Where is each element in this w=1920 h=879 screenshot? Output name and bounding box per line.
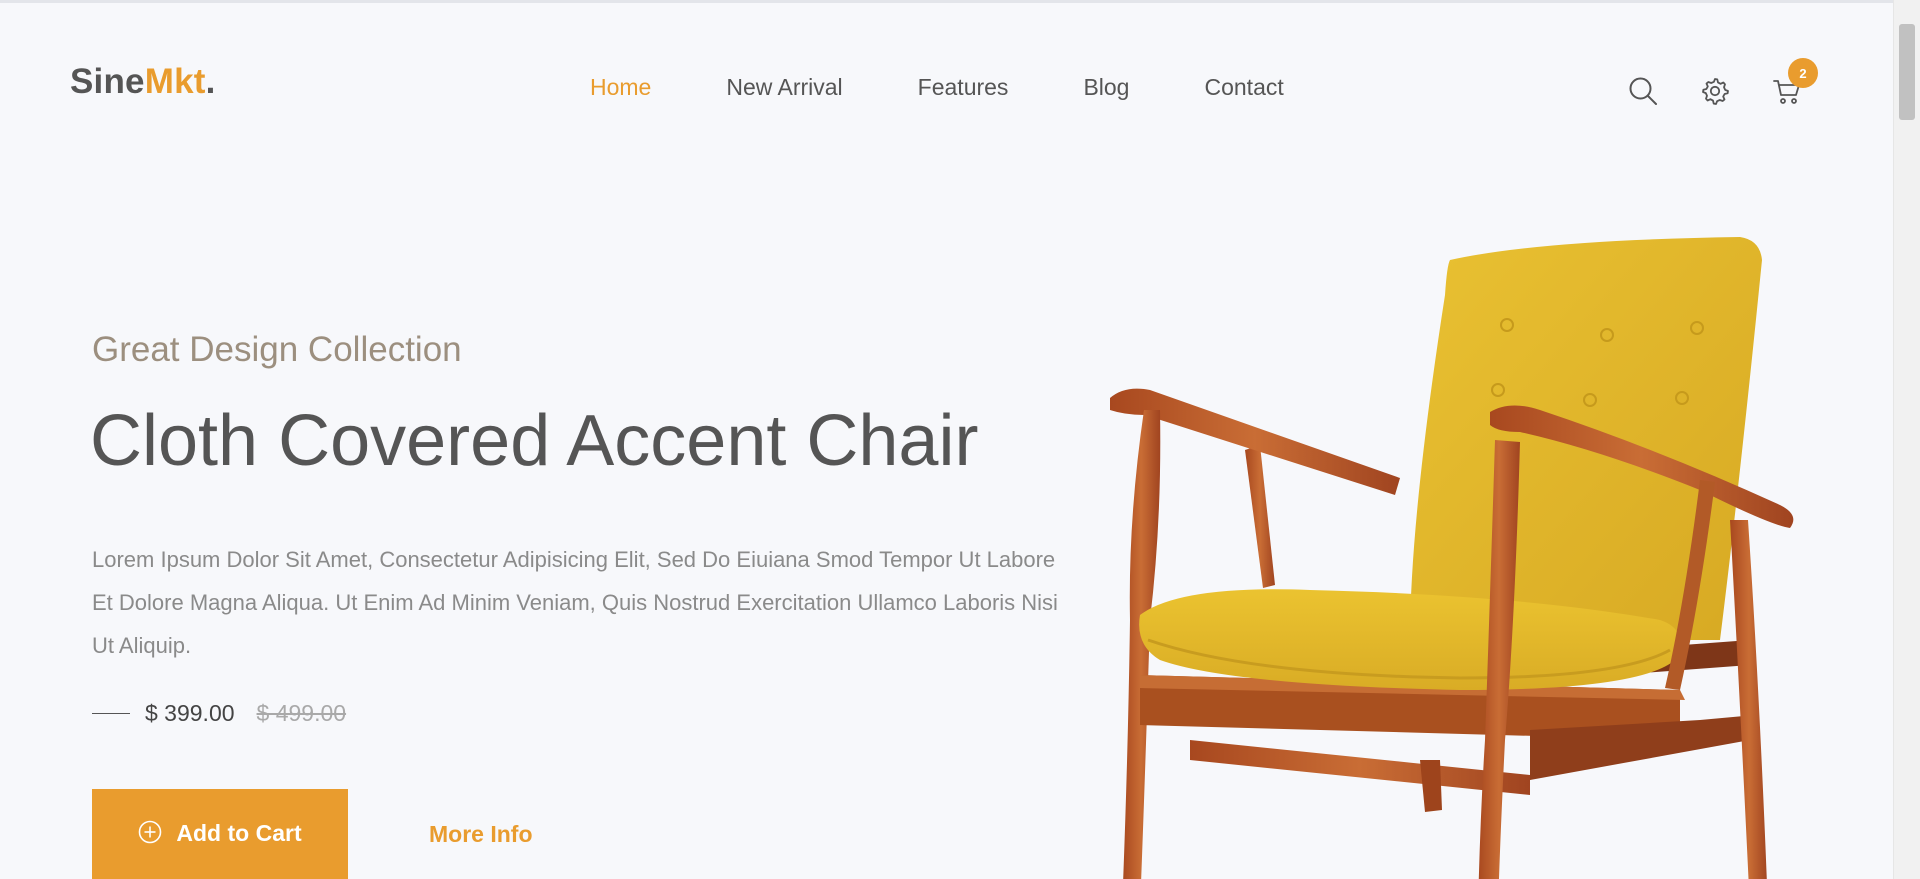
more-info-link[interactable]: More Info bbox=[429, 821, 533, 848]
nav-item-blog[interactable]: Blog bbox=[1083, 74, 1129, 101]
main-nav: Home New Arrival Features Blog Contact bbox=[590, 74, 1359, 101]
price-dash bbox=[92, 713, 130, 714]
logo[interactable]: SineMkt. bbox=[70, 62, 216, 102]
scrollbar[interactable] bbox=[1893, 0, 1920, 879]
add-to-cart-button[interactable]: Add to Cart bbox=[92, 789, 348, 879]
price-row: $ 399.00 $ 499.00 bbox=[92, 700, 346, 727]
price-current: $ 399.00 bbox=[145, 700, 235, 726]
hero-description: Lorem Ipsum Dolor Sit Amet, Consectetur … bbox=[92, 547, 1058, 658]
scrollbar-thumb[interactable] bbox=[1899, 24, 1915, 120]
gear-icon[interactable] bbox=[1700, 76, 1730, 106]
page: SineMkt. Home New Arrival Features Blog … bbox=[0, 0, 1920, 879]
add-to-cart-label: Add to Cart bbox=[176, 820, 302, 846]
price-old: $ 499.00 bbox=[256, 700, 347, 726]
search-icon[interactable] bbox=[1628, 76, 1658, 106]
nav-item-home[interactable]: Home bbox=[590, 74, 651, 101]
logo-main: Sine bbox=[70, 62, 145, 101]
nav-item-features[interactable]: Features bbox=[918, 74, 1009, 101]
hero-subtitle: Great Design Collection bbox=[92, 330, 462, 369]
plus-circle-icon bbox=[139, 820, 162, 844]
nav-item-new-arrival[interactable]: New Arrival bbox=[726, 74, 842, 101]
cart-count-badge: 2 bbox=[1788, 58, 1818, 88]
hero-title: Cloth Covered Accent Chair bbox=[90, 401, 979, 481]
top-border bbox=[0, 0, 1920, 3]
chair-product-image bbox=[1110, 237, 1794, 879]
nav-item-contact[interactable]: Contact bbox=[1204, 74, 1283, 101]
logo-dot: . bbox=[205, 62, 216, 101]
logo-accent: Mkt bbox=[144, 62, 206, 101]
